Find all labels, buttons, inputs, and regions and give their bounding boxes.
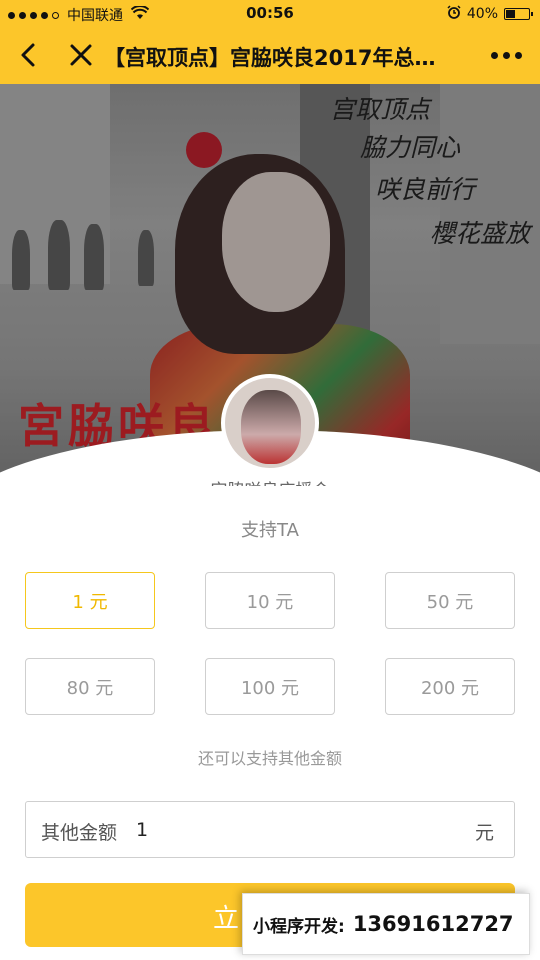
amount-option-10[interactable]: 10 元 [205, 572, 335, 629]
status-bar: 中国联通 00:56 40% [0, 0, 540, 28]
back-icon[interactable] [14, 40, 44, 70]
submit-button-label: 立 [213, 904, 240, 934]
navigation-bar: 【宫取顶点】宫脇咲良2017年总… [0, 28, 540, 84]
battery-level [506, 10, 515, 18]
amount-option-200[interactable]: 200 元 [385, 658, 515, 715]
developer-watermark: 小程序开发: 13691612727 [242, 893, 530, 955]
alarm-icon [447, 5, 461, 23]
battery-percent: 40% [466, 6, 498, 22]
status-right: 40% [447, 5, 533, 23]
watermark-label: 小程序开发: [253, 916, 345, 937]
other-amount-hint: 还可以支持其他金额 [197, 749, 342, 768]
amount-option-50[interactable]: 50 元 [385, 572, 515, 629]
amount-option-1[interactable]: 1 元 [25, 572, 155, 629]
other-amount-label: 其他金额 [41, 822, 118, 844]
page-title: 【宫取顶点】宫脇咲良2017年总… [104, 46, 436, 70]
other-amount-input[interactable] [136, 814, 436, 846]
other-amount-field: 其他金额 元 [25, 801, 515, 858]
support-title: 支持TA [241, 520, 299, 541]
avatar-photo [241, 390, 301, 464]
amount-option-100[interactable]: 100 元 [205, 658, 335, 715]
battery-icon [504, 8, 533, 20]
close-icon[interactable] [66, 40, 96, 70]
watermark-phone: 13691612727 [352, 912, 514, 936]
avatar [221, 374, 319, 472]
amount-option-80[interactable]: 80 元 [25, 658, 155, 715]
more-icon[interactable] [491, 52, 522, 59]
currency-unit: 元 [474, 822, 494, 844]
